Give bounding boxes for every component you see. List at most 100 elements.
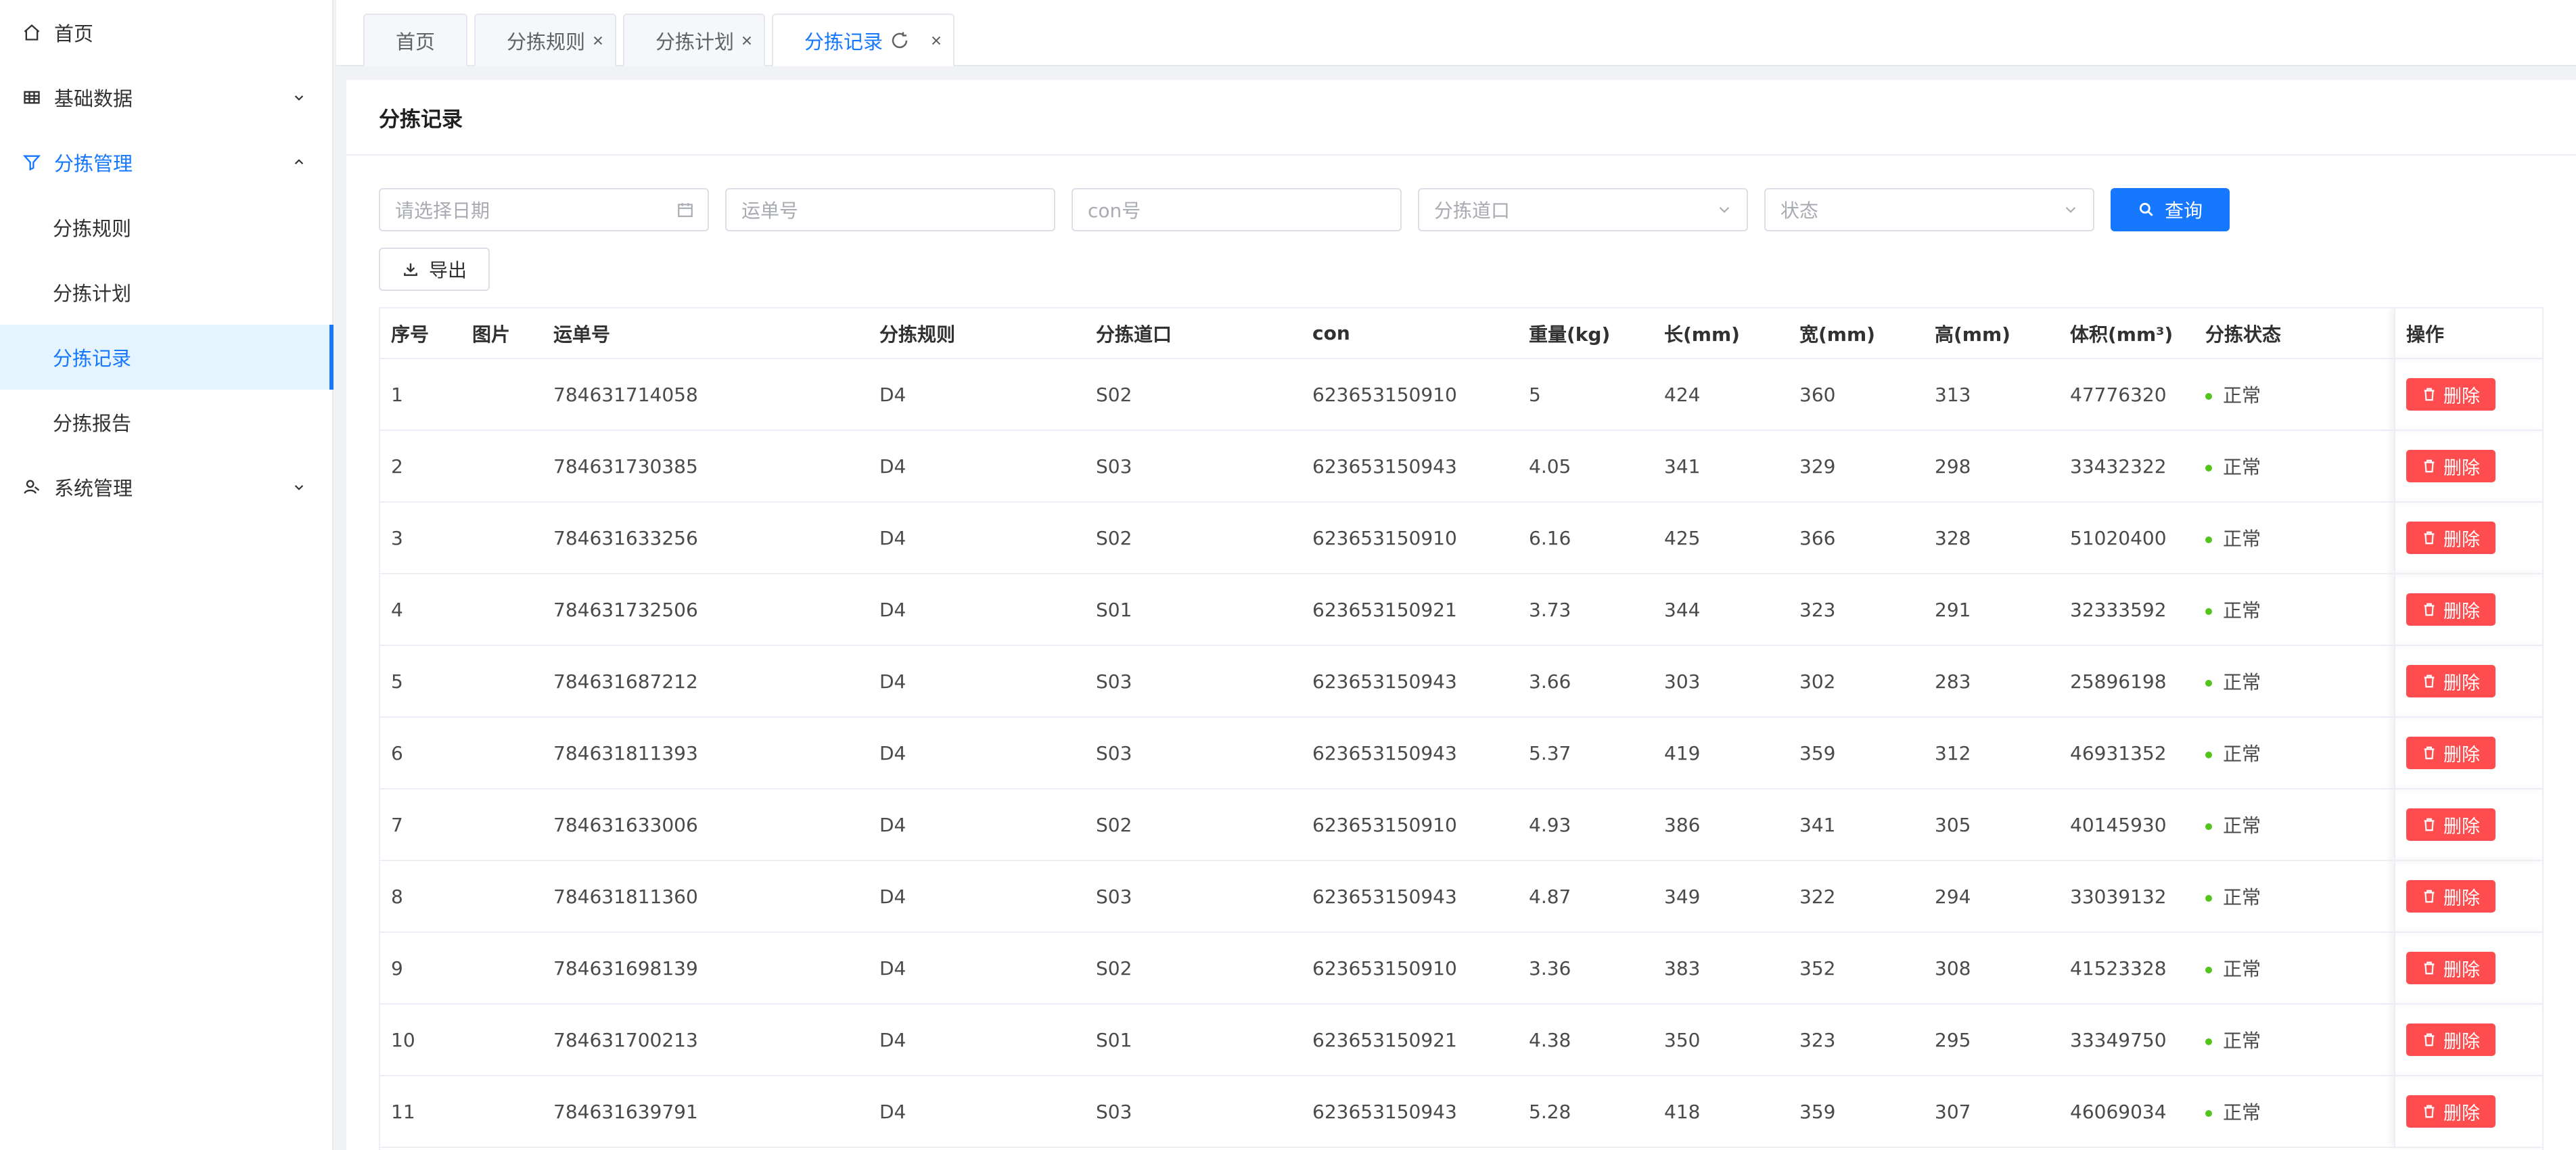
table-row[interactable]: 3 784631633256 D4 S02 623653150910 6.16 425 366… xyxy=(380,502,2542,574)
query-button[interactable]: 查询 xyxy=(2111,188,2230,231)
table-row[interactable]: 8 784631811360 D4 S03 623653150943 4.87 349 322… xyxy=(380,860,2542,933)
sidebar-item-sorting-records[interactable]: 分拣记录 xyxy=(0,325,334,390)
delete-button[interactable]: 删除 xyxy=(2406,593,2496,626)
table-row[interactable]: 5 784631687212 D4 S03 623653150943 3.66 303 302… xyxy=(380,645,2542,718)
delete-button[interactable]: 删除 xyxy=(2406,378,2496,411)
table-row[interactable]: 11 784631639791 D4 S03 623653150943 5.28 418 35… xyxy=(380,1076,2542,1148)
status-dot-icon xyxy=(2205,393,2212,400)
tab-sorting-plan[interactable]: 分拣计划 xyxy=(623,14,765,66)
table-cell: 51020400 xyxy=(2059,502,2194,574)
con-input[interactable]: con号 xyxy=(1072,188,1402,231)
table-cell: 3.36 xyxy=(1518,932,1653,1005)
sidebar-item-base-data[interactable]: 基础数据 xyxy=(0,65,332,130)
close-icon[interactable] xyxy=(929,33,944,48)
table-row[interactable]: 4 784631732506 D4 S01 623653150921 3.73 344 323… xyxy=(380,574,2542,646)
status-dot-icon xyxy=(2205,1038,2212,1045)
delete-button[interactable]: 删除 xyxy=(2406,450,2496,482)
date-picker[interactable]: 请选择日期 xyxy=(379,188,709,231)
image-cell xyxy=(461,359,543,431)
delete-button-label: 删除 xyxy=(2443,457,2480,479)
trash-icon xyxy=(2424,818,2435,831)
table-cell: 33432322 xyxy=(2059,430,2194,503)
table-row[interactable]: 9 784631698139 D4 S02 623653150910 3.36 383 352… xyxy=(380,932,2542,1005)
table-row[interactable]: 2 784631730385 D4 S03 623653150943 4.05 341 329… xyxy=(380,430,2542,503)
table-cell: 366 xyxy=(1789,502,1924,574)
tab-label: 分拣记录 xyxy=(804,30,883,53)
column-header: 长(mm) xyxy=(1653,308,1789,359)
sidebar-item-sorting-report[interactable]: 分拣报告 xyxy=(0,390,332,455)
column-header: 分拣状态 xyxy=(2194,308,2395,359)
table-row[interactable]: 10 784631700213 D4 S01 623653150921 4.38 350 32… xyxy=(380,1004,2542,1076)
chevron-down-icon xyxy=(1719,206,1730,213)
delete-button-label: 删除 xyxy=(2443,959,2480,981)
sidebar-item-system-management[interactable]: 系统管理 xyxy=(0,455,332,520)
table-cell: 7 xyxy=(380,789,461,861)
status-select[interactable]: 状态 xyxy=(1764,188,2094,231)
delete-button-label: 删除 xyxy=(2443,744,2480,766)
sidebar-item-label: 系统管理 xyxy=(54,477,133,500)
table-cell: 386 xyxy=(1653,789,1789,861)
action-cell: 删除 xyxy=(2394,430,2542,503)
table-cell: 344 xyxy=(1653,574,1789,646)
close-icon[interactable] xyxy=(739,33,754,48)
table-cell: S03 xyxy=(1085,645,1302,718)
chevron-up-icon xyxy=(294,159,304,164)
column-header: con xyxy=(1302,308,1518,359)
table-cell: S02 xyxy=(1085,359,1302,431)
table-cell: S03 xyxy=(1085,430,1302,503)
delete-button[interactable]: 删除 xyxy=(2406,1095,2496,1128)
table-row[interactable]: 6 784631811393 D4 S03 623653150943 5.37 419 359… xyxy=(380,717,2542,789)
table-cell: 312 xyxy=(1924,717,2059,789)
tab-sorting-records[interactable]: 分拣记录 xyxy=(772,14,954,66)
status-dot-icon xyxy=(2205,1110,2212,1117)
delete-button[interactable]: 删除 xyxy=(2406,522,2496,554)
status-text: 正常 xyxy=(2223,814,2261,837)
table-cell: S02 xyxy=(1085,932,1302,1005)
waybill-input[interactable]: 运单号 xyxy=(725,188,1055,231)
table-cell: 341 xyxy=(1789,789,1924,861)
delete-button[interactable]: 删除 xyxy=(2406,952,2496,984)
table-body: 1 784631714058 D4 S02 623653150910 5 424 360 313… xyxy=(380,359,2542,1148)
sidebar-item-sorting-plan[interactable]: 分拣计划 xyxy=(0,260,332,325)
status-cell: 正常 xyxy=(2194,430,2395,503)
status-cell: 正常 xyxy=(2194,502,2395,574)
table-cell: 424 xyxy=(1653,359,1789,431)
image-cell xyxy=(461,574,543,646)
refresh-icon[interactable] xyxy=(890,30,910,51)
table-cell: 359 xyxy=(1789,717,1924,789)
table-cell: 328 xyxy=(1924,502,2059,574)
table-cell: 350 xyxy=(1653,1004,1789,1076)
close-icon[interactable] xyxy=(591,33,605,48)
delete-button[interactable]: 删除 xyxy=(2406,880,2496,913)
table-cell: D4 xyxy=(869,430,1085,503)
status-dot-icon xyxy=(2205,465,2212,472)
sidebar-item-sorting-management[interactable]: 分拣管理 xyxy=(0,130,332,195)
column-header: 体积(mm³) xyxy=(2059,308,2194,359)
delete-button[interactable]: 删除 xyxy=(2406,1024,2496,1056)
export-button[interactable]: 导出 xyxy=(379,248,490,291)
tab-home[interactable]: 首页 xyxy=(363,14,467,66)
tab-label: 首页 xyxy=(395,30,435,53)
delete-button[interactable]: 删除 xyxy=(2406,737,2496,769)
waybill-placeholder: 运单号 xyxy=(741,200,799,222)
search-icon xyxy=(2139,202,2153,216)
sidebar-item-home[interactable]: 首页 xyxy=(0,0,332,65)
trash-icon xyxy=(2424,890,2435,903)
action-cell: 删除 xyxy=(2394,645,2542,718)
records-table: 序号 图片 运单号 分拣规则 分拣道口 con 重量(kg) 长(mm) 宽(mm) 高(mm) 体… xyxy=(379,307,2544,1150)
status-cell: 正常 xyxy=(2194,932,2395,1005)
table-cell: 25896198 xyxy=(2059,645,2194,718)
delete-button[interactable]: 删除 xyxy=(2406,665,2496,697)
column-header: 高(mm) xyxy=(1924,308,2059,359)
delete-button[interactable]: 删除 xyxy=(2406,808,2496,841)
port-select[interactable]: 分拣道口 xyxy=(1418,188,1748,231)
table-row[interactable]: 7 784631633006 D4 S02 623653150910 4.93 386 341… xyxy=(380,789,2542,861)
table-cell: 623653150910 xyxy=(1302,932,1518,1005)
table-cell: 341 xyxy=(1653,430,1789,503)
table-cell: 623653150910 xyxy=(1302,359,1518,431)
image-cell xyxy=(461,502,543,574)
sidebar-item-sorting-rules[interactable]: 分拣规则 xyxy=(0,195,332,260)
table-row[interactable]: 1 784631714058 D4 S02 623653150910 5 424 360 313… xyxy=(380,359,2542,431)
action-cell: 删除 xyxy=(2394,789,2542,861)
tab-sorting-rules[interactable]: 分拣规则 xyxy=(474,14,616,66)
